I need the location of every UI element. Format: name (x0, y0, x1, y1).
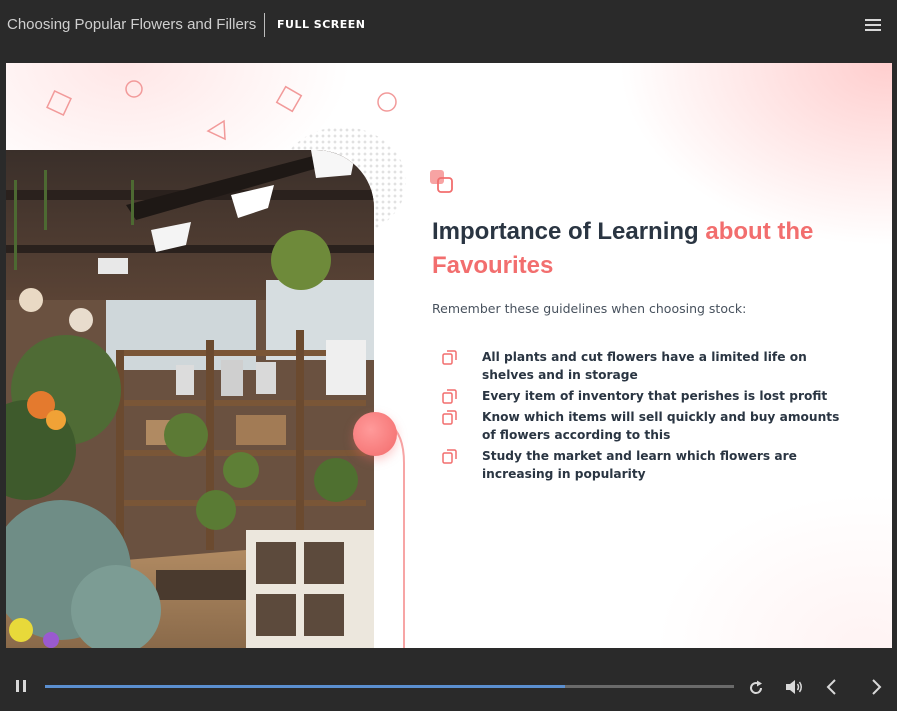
progress-bar[interactable] (45, 685, 734, 688)
decorative-circle-icon (377, 92, 397, 112)
flower-shop-photo (6, 150, 374, 648)
previous-icon[interactable] (824, 678, 840, 696)
list-item: Every item of inventory that perishes is… (442, 387, 852, 405)
list-item-text: Every item of inventory that perishes is… (482, 389, 828, 403)
decorative-curve (387, 423, 405, 648)
pause-icon[interactable] (13, 678, 29, 694)
intro-text: Remember these guidelines when choosing … (432, 301, 747, 316)
replay-icon[interactable] (747, 679, 765, 697)
menu-icon[interactable] (862, 15, 884, 35)
guideline-list: All plants and cut flowers have a limite… (442, 348, 852, 486)
list-item: Study the market and learn which flowers… (442, 447, 852, 483)
top-bar: Choosing Popular Flowers and Fillers FUL… (0, 0, 897, 52)
copy-icon (442, 389, 457, 404)
copy-icon (442, 350, 457, 365)
copy-icon (442, 449, 457, 464)
slide-heading: Importance of Learning about the Favouri… (432, 215, 852, 283)
heading-text: Importance of Learning (432, 218, 706, 245)
copy-icon (442, 410, 457, 425)
title-divider (264, 13, 265, 37)
decorative-circle-icon (125, 80, 143, 98)
volume-icon[interactable] (784, 679, 804, 695)
list-item-text: Study the market and learn which flowers… (482, 449, 797, 481)
section-icon (430, 170, 453, 193)
decorative-diamond-icon (46, 90, 72, 116)
list-item-text: Know which items will sell quickly and b… (482, 410, 840, 442)
decorative-diamond-icon (275, 85, 303, 113)
list-item-text: All plants and cut flowers have a limite… (482, 350, 807, 382)
player-controls (0, 652, 897, 711)
decorative-dot (353, 412, 397, 456)
fullscreen-button[interactable]: FULL SCREEN (277, 18, 366, 31)
list-item: Know which items will sell quickly and b… (442, 408, 852, 444)
next-icon[interactable] (868, 678, 884, 696)
list-item: All plants and cut flowers have a limite… (442, 348, 852, 384)
course-title: Choosing Popular Flowers and Fillers (7, 16, 257, 33)
decorative-triangle-icon (206, 119, 226, 141)
progress-fill (45, 685, 566, 688)
slide: Importance of Learning about the Favouri… (6, 63, 892, 648)
